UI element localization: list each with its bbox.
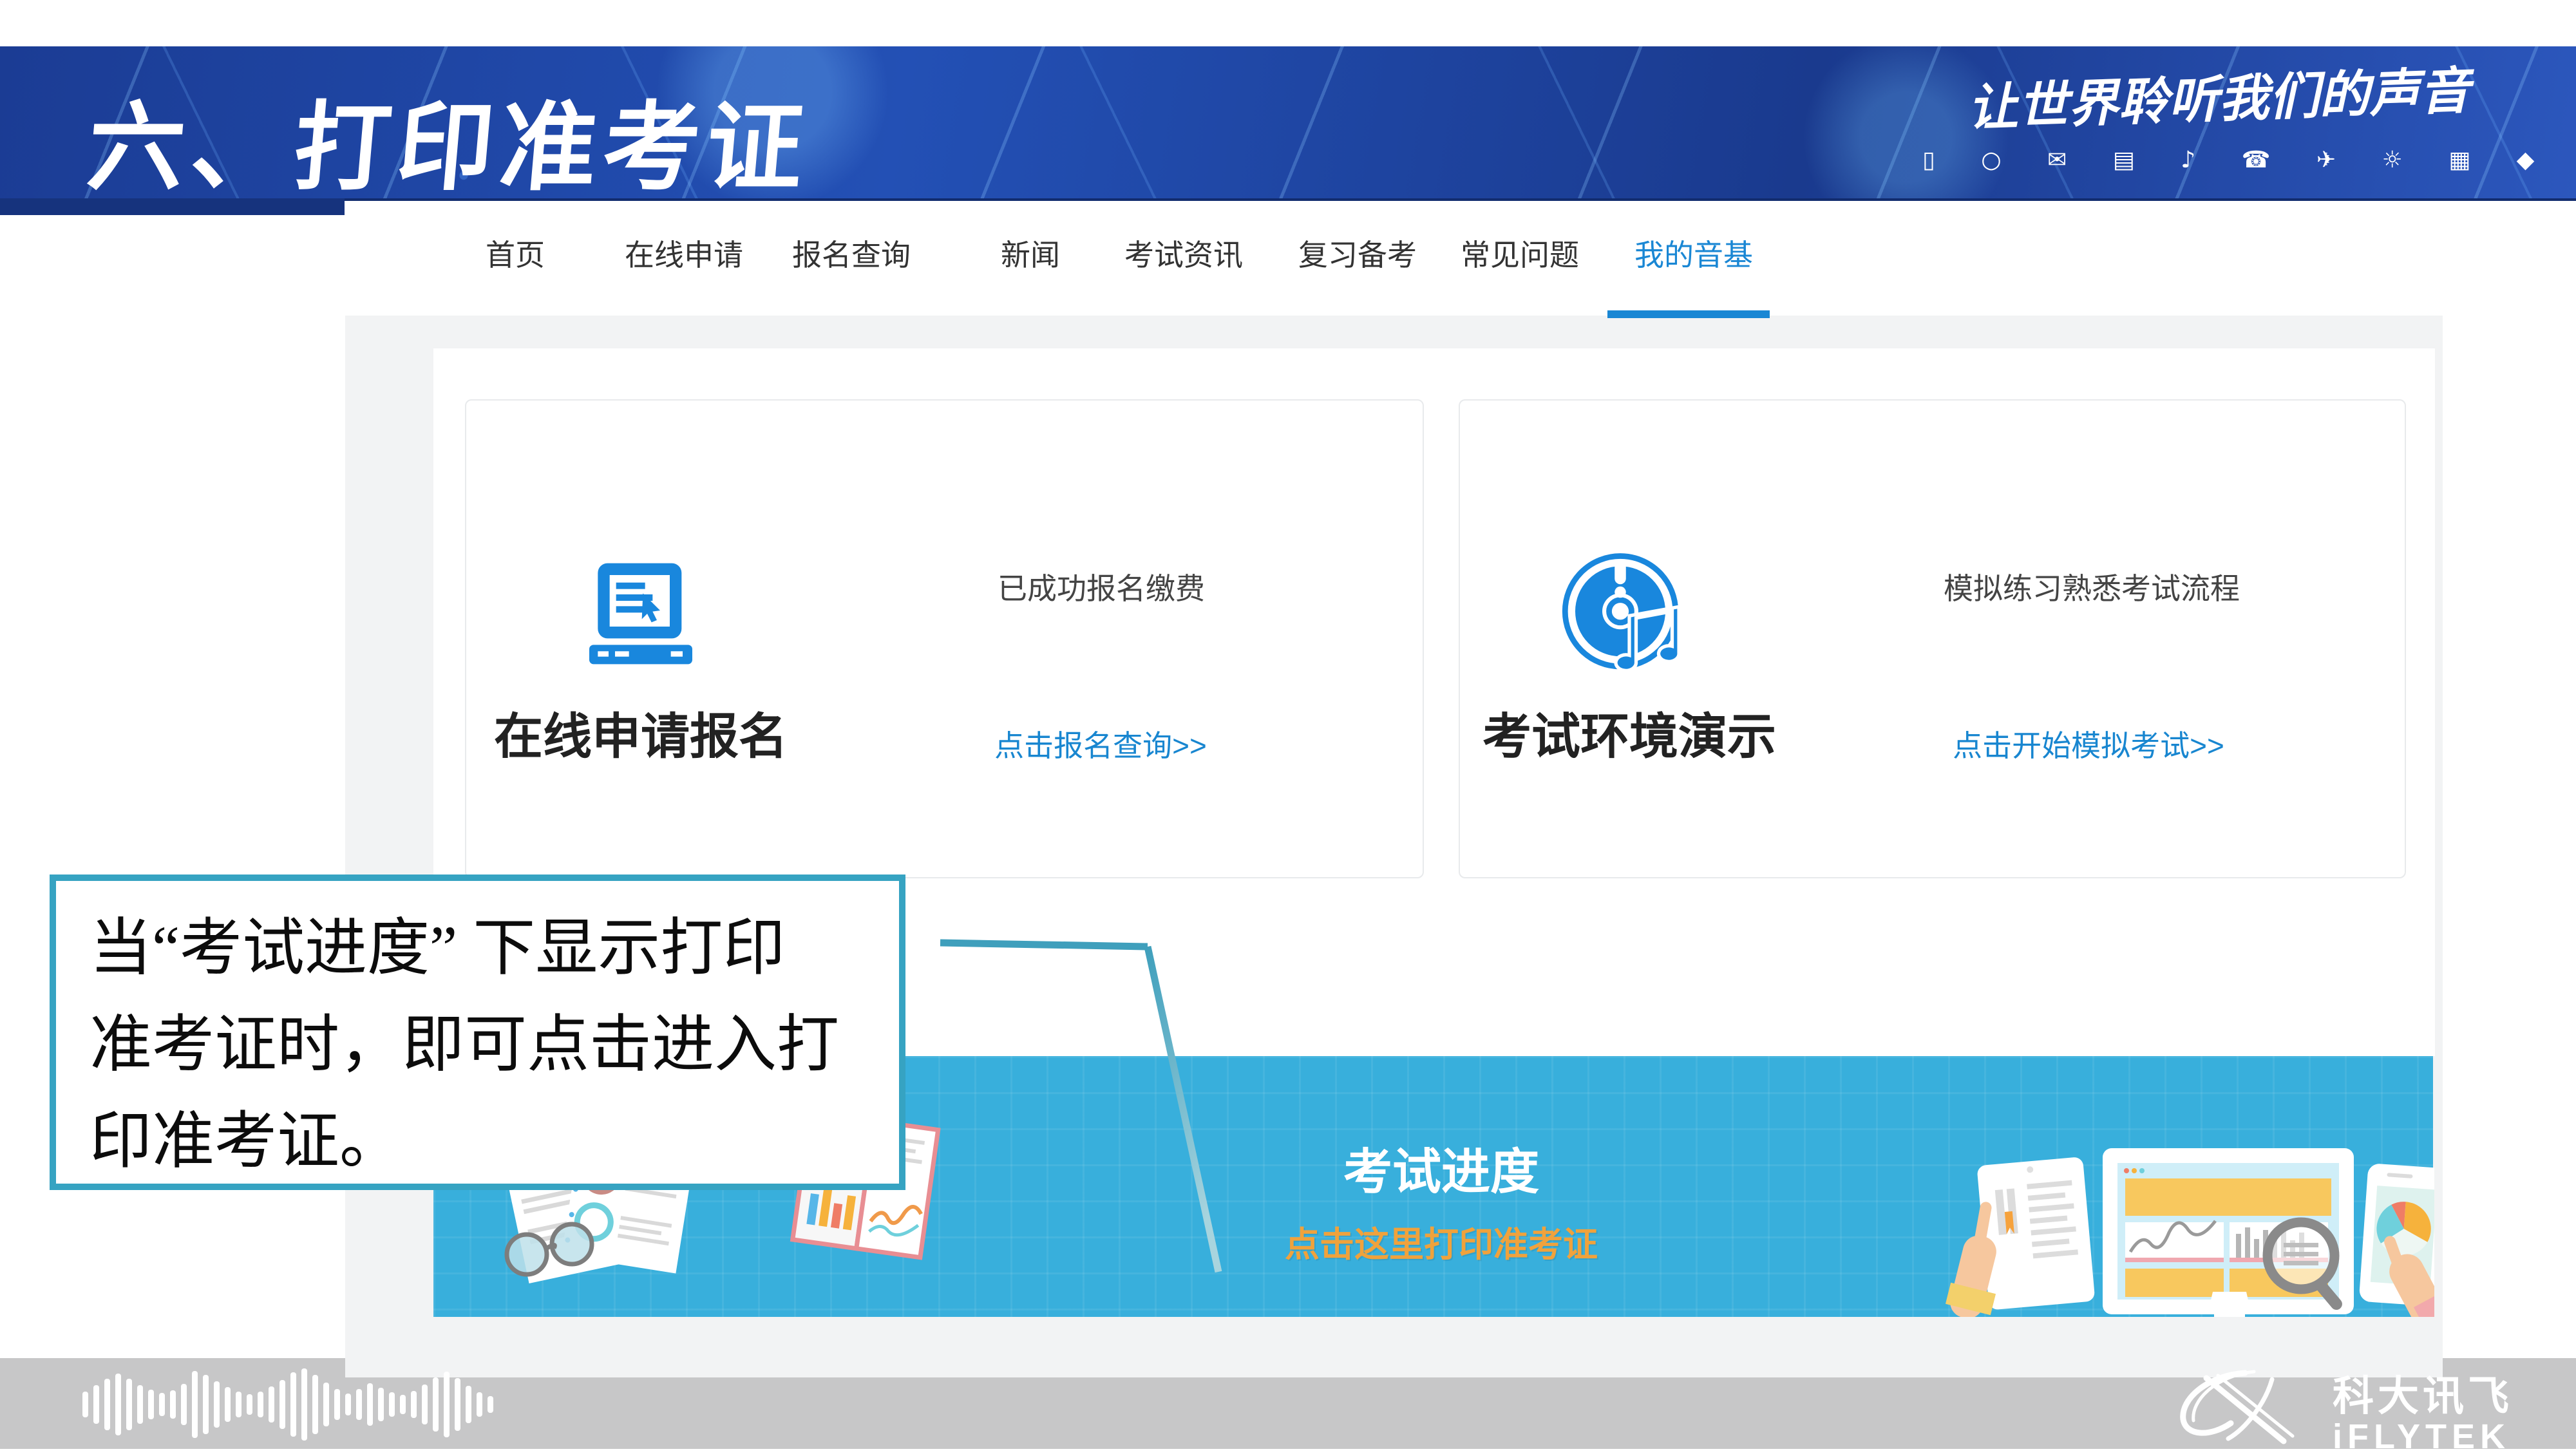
devices-hands-illustration xyxy=(1938,1126,2434,1317)
nav-item-examinfo[interactable]: 考试资讯 xyxy=(1124,232,1243,270)
card-title: 考试环境演示 xyxy=(1482,697,1776,768)
callout-line: 当“考试进度” 下显示打印 xyxy=(90,900,899,997)
cd-music-icon xyxy=(1562,553,1697,681)
callout-annotation: 当“考试进度” 下显示打印 准考证时，即可点击进入打 印准考证。 xyxy=(50,875,905,1190)
mock-exam-link[interactable]: 点击开始模拟考试>> xyxy=(1953,723,2224,765)
callout-line: 印准考证。 xyxy=(90,1093,899,1190)
nav-item-my-yinji[interactable]: 我的音基 xyxy=(1634,232,1753,270)
card-desc: 已成功报名缴费 xyxy=(998,565,1205,608)
nav-active-underline xyxy=(1607,310,1770,318)
exam-progress-title: 考试进度 xyxy=(1343,1132,1539,1203)
iflytek-swoosh-icon xyxy=(2169,1369,2330,1445)
nav-item-home[interactable]: 首页 xyxy=(486,232,545,270)
laptop-form-icon xyxy=(576,559,705,675)
card-desc: 模拟练习熟悉考试流程 xyxy=(1944,565,2240,608)
audio-waveform-logo xyxy=(82,1366,572,1442)
nav-item-review[interactable]: 复习备考 xyxy=(1298,232,1417,270)
nav-item-news[interactable]: 新闻 xyxy=(1001,232,1060,270)
callout-line: 准考证时，即可点击进入打 xyxy=(90,997,899,1093)
brand-text: 科大讯飞 iFLYTEK xyxy=(2333,1376,2513,1454)
registration-query-link[interactable]: 点击报名查询>> xyxy=(994,723,1207,765)
slogan-icon-row: ▯ ○ ✉ ▤ ♪ ☎ ✈ ☼ ▦ ◆ ▣ xyxy=(1922,147,2541,173)
nav-item-apply[interactable]: 在线申请 xyxy=(625,232,743,270)
slide-title: 六、打印准考证 xyxy=(83,70,817,209)
nav-item-faq[interactable]: 常见问题 xyxy=(1461,232,1579,270)
nav-item-query[interactable]: 报名查询 xyxy=(792,232,911,270)
callout-connector-line xyxy=(927,927,1243,1294)
brand-name-cn: 科大讯飞 xyxy=(2333,1376,2513,1417)
print-admission-ticket-link[interactable]: 点击这里打印准考证 xyxy=(1285,1216,1598,1267)
card-title: 在线申请报名 xyxy=(494,697,788,768)
